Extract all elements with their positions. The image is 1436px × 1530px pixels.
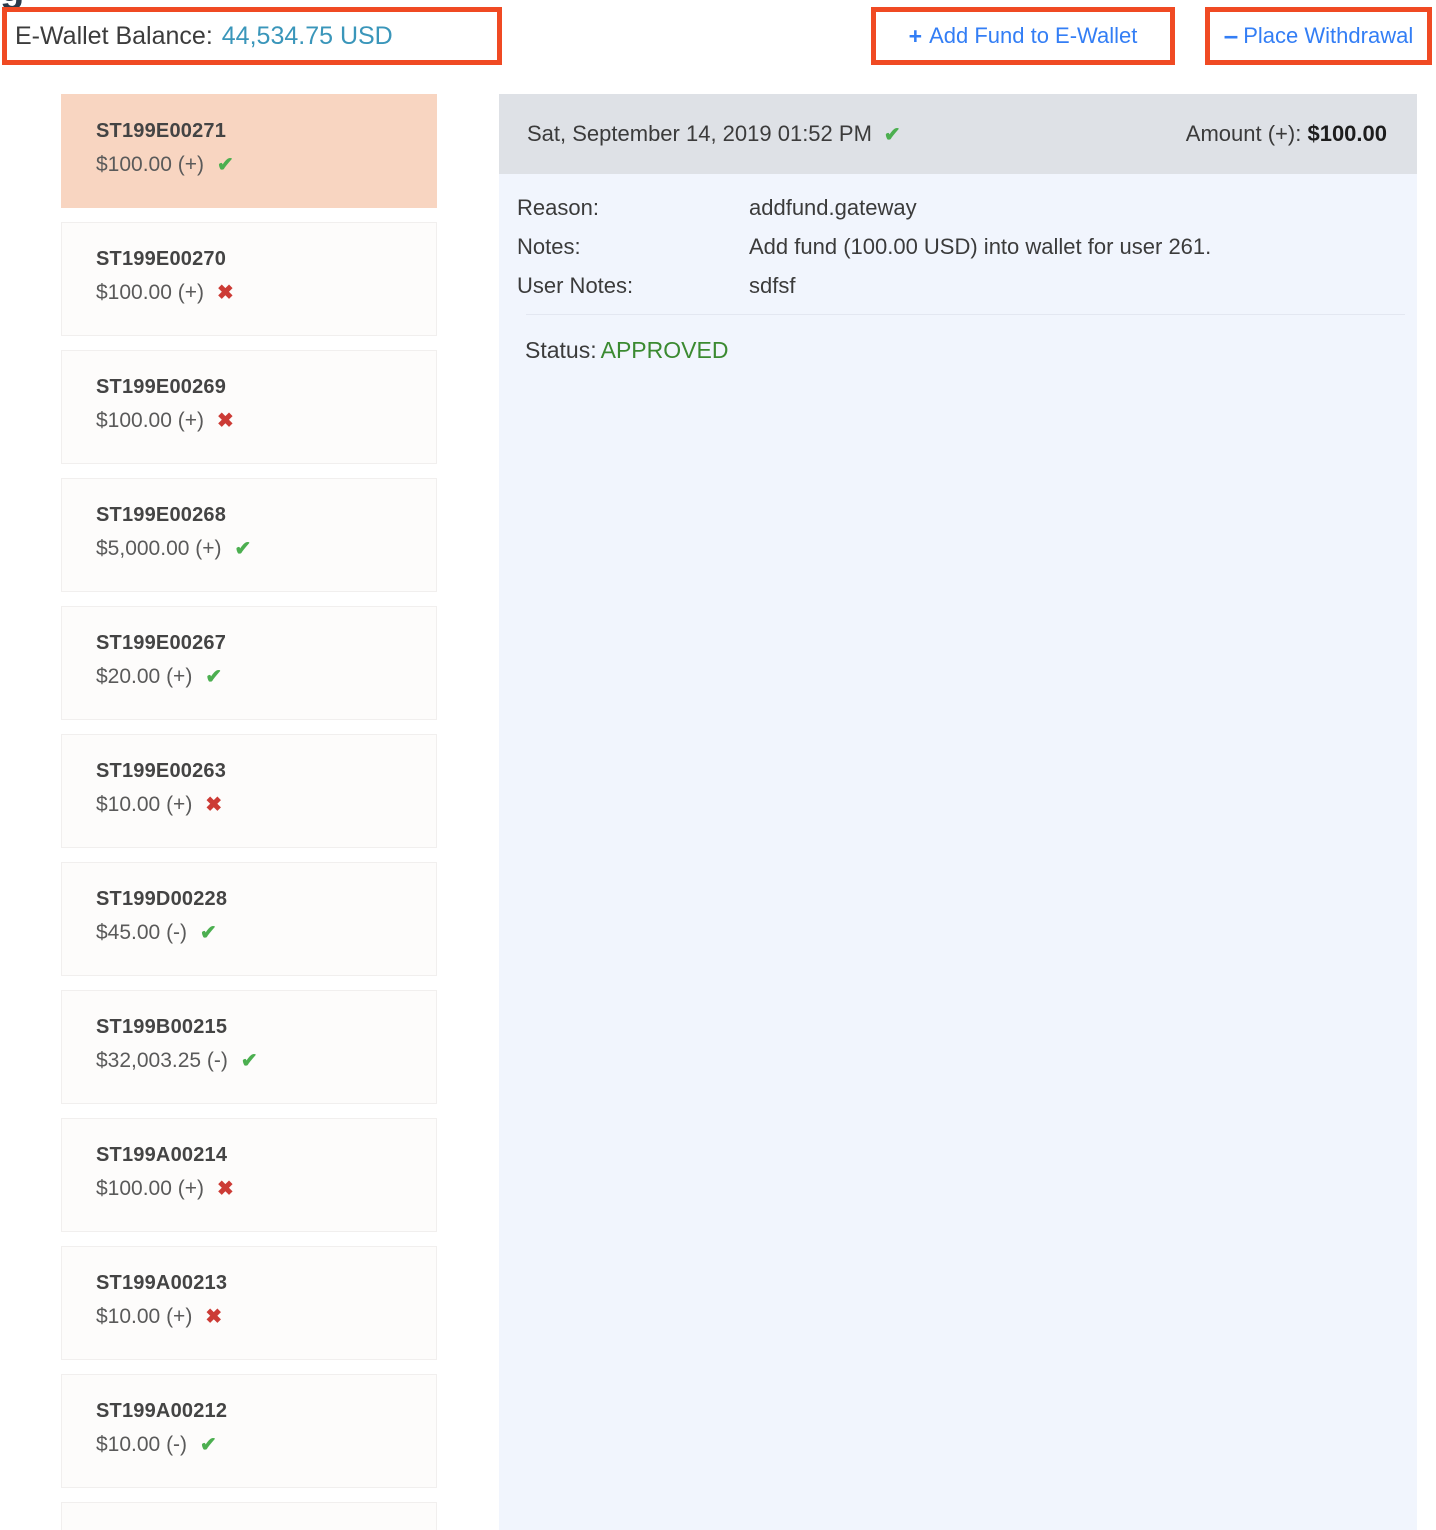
list-item[interactable] [61, 1502, 437, 1530]
cross-icon: ✖ [217, 409, 234, 432]
transaction-amount: $10.00 (-) [96, 1433, 188, 1456]
list-item[interactable]: ST199D00228 $45.00 (-) ✔ [61, 862, 437, 976]
add-fund-label: Add Fund to E-Wallet [929, 23, 1138, 48]
detail-row-notes: Notes: Add fund (100.00 USD) into wallet… [517, 236, 1417, 258]
list-item[interactable]: ST199E00267 $20.00 (+) ✔ [61, 606, 437, 720]
transaction-amount: $100.00 (+) [96, 153, 204, 176]
transaction-amount-row: $5,000.00 (+) ✔ [96, 538, 436, 559]
list-item[interactable]: ST199A00212 $10.00 (-) ✔ [61, 1374, 437, 1488]
transaction-amount-row: $100.00 (+) ✖ [96, 282, 436, 303]
transaction-amount: $100.00 (+) [96, 409, 204, 432]
transaction-id: ST199A00212 [96, 1400, 228, 1422]
list-item[interactable]: ST199E00271 $100.00 (+) ✔ [61, 94, 437, 208]
amount-value: $100.00 [1307, 121, 1387, 146]
transaction-amount: $5,000.00 (+) [96, 537, 222, 560]
user-notes-value: sdfsf [749, 273, 796, 298]
transaction-amount: $32,003.25 (-) [96, 1049, 228, 1072]
add-fund-to-ewallet-button[interactable]: + Add Fund to E-Wallet [909, 23, 1138, 50]
transaction-detail-date: Sat, September 14, 2019 01:52 PM ✔ [527, 121, 901, 147]
transaction-amount-row: $100.00 (+) ✖ [96, 1178, 436, 1199]
place-withdrawal-highlight: – Place Withdrawal [1205, 7, 1432, 65]
ewallet-page: g E-Wallet Balance: 44,534.75 USD + Add … [0, 0, 1436, 1530]
reason-label: Reason: [517, 195, 599, 220]
list-item[interactable]: ST199B00215 $32,003.25 (-) ✔ [61, 990, 437, 1104]
transaction-amount-row: $10.00 (-) ✔ [96, 1434, 436, 1455]
transaction-detail-header: Sat, September 14, 2019 01:52 PM ✔ Amoun… [499, 94, 1417, 174]
transaction-amount: $10.00 (+) [96, 793, 193, 816]
transaction-id: ST199E00268 [96, 504, 227, 526]
notes-value: Add fund (100.00 USD) into wallet for us… [749, 234, 1212, 259]
check-icon: ✔ [234, 537, 252, 560]
transaction-amount-row: $45.00 (-) ✔ [96, 922, 436, 943]
amount-label: Amount (+): [1185, 121, 1302, 146]
user-notes-label: User Notes: [517, 273, 634, 298]
plus-icon: + [908, 22, 923, 49]
transaction-id: ST199B00215 [96, 1016, 228, 1038]
list-item[interactable]: ST199A00214 $100.00 (+) ✖ [61, 1118, 437, 1232]
place-withdrawal-button[interactable]: – Place Withdrawal [1224, 23, 1413, 49]
notes-label: Notes: [517, 234, 581, 259]
transaction-amount-row: $20.00 (+) ✔ [96, 666, 436, 687]
add-fund-highlight: + Add Fund to E-Wallet [871, 7, 1175, 65]
ewallet-balance-label: E-Wallet Balance: [15, 21, 213, 50]
check-icon: ✔ [240, 1049, 258, 1072]
cross-icon: ✖ [205, 793, 223, 816]
transaction-id: ST199A00214 [96, 1144, 228, 1166]
transaction-amount-row: $10.00 (+) ✖ [96, 794, 436, 815]
transaction-id: ST199E00269 [96, 376, 227, 398]
place-withdrawal-label: Place Withdrawal [1243, 23, 1414, 48]
transaction-date-text: Sat, September 14, 2019 01:52 PM [527, 121, 872, 146]
check-icon: ✔ [883, 123, 901, 146]
ewallet-topbar: E-Wallet Balance: 44,534.75 USD + Add Fu… [0, 0, 1436, 70]
transaction-amount-row: $100.00 (+) ✔ [96, 154, 436, 175]
transaction-amount: $20.00 (+) [96, 665, 193, 688]
transaction-amount: $100.00 (+) [96, 1177, 204, 1200]
transaction-amount: $45.00 (-) [96, 921, 188, 944]
status-label: Status: [525, 337, 597, 363]
detail-row-user-notes: User Notes: sdfsf [517, 275, 1417, 297]
transaction-amount: $10.00 (+) [96, 1305, 193, 1328]
minus-icon: – [1223, 20, 1239, 51]
detail-row-reason: Reason: addfund.gateway [517, 197, 1417, 219]
cross-icon: ✖ [205, 1305, 223, 1328]
list-item[interactable]: ST199A00213 $10.00 (+) ✖ [61, 1246, 437, 1360]
transaction-amount-row: $32,003.25 (-) ✔ [96, 1050, 436, 1071]
transaction-id: ST199E00263 [96, 760, 227, 782]
check-icon: ✔ [200, 921, 217, 944]
check-icon: ✔ [217, 153, 234, 176]
check-icon: ✔ [205, 665, 223, 688]
check-icon: ✔ [200, 1433, 217, 1456]
ewallet-balance-value: 44,534.75 USD [221, 21, 393, 50]
transaction-id: ST199E00271 [96, 120, 227, 142]
status-value: APPROVED [600, 337, 729, 363]
list-item[interactable]: ST199E00268 $5,000.00 (+) ✔ [61, 478, 437, 592]
cross-icon: ✖ [217, 281, 234, 304]
transaction-list: ST199E00271 $100.00 (+) ✔ ST199E00270 $100.0… [61, 94, 437, 1530]
ewallet-balance-highlight: E-Wallet Balance: 44,534.75 USD [2, 7, 502, 65]
transaction-amount-row: $100.00 (+) ✖ [96, 410, 436, 431]
transaction-amount: $100.00 (+) [96, 281, 204, 304]
transaction-id: ST199A00213 [96, 1272, 228, 1294]
transaction-detail-body: Reason: addfund.gateway Notes: Add fund … [499, 174, 1417, 364]
list-item[interactable]: ST199E00269 $100.00 (+) ✖ [61, 350, 437, 464]
cross-icon: ✖ [217, 1177, 234, 1200]
transaction-detail-amount: Amount (+): $100.00 [1186, 121, 1387, 147]
list-item[interactable]: ST199E00270 $100.00 (+) ✖ [61, 222, 437, 336]
transaction-amount-row: $10.00 (+) ✖ [96, 1306, 436, 1327]
reason-value: addfund.gateway [749, 195, 917, 220]
transaction-id: ST199E00267 [96, 632, 227, 654]
status-badge: Status: APPROVED [517, 315, 1417, 364]
transaction-id: ST199E00270 [96, 248, 227, 270]
transaction-id: ST199D00228 [96, 888, 228, 910]
transaction-detail-panel: Sat, September 14, 2019 01:52 PM ✔ Amoun… [499, 94, 1417, 1530]
list-item[interactable]: ST199E00263 $10.00 (+) ✖ [61, 734, 437, 848]
